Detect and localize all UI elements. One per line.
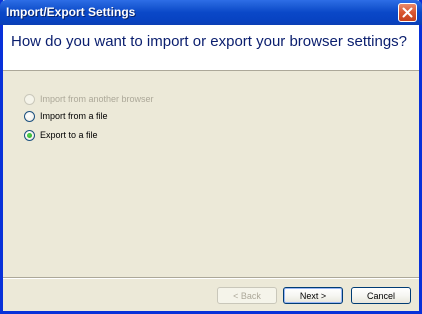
option-import-from-file[interactable]: Import from a file bbox=[24, 108, 108, 124]
wizard-header: How do you want to import or export your… bbox=[3, 25, 419, 71]
back-button: < Back bbox=[217, 287, 277, 304]
close-button[interactable] bbox=[398, 3, 417, 22]
import-export-dialog: Import/Export Settings How do you want t… bbox=[0, 0, 422, 314]
option-label: Import from a file bbox=[40, 111, 108, 121]
option-label: Export to a file bbox=[40, 130, 98, 140]
option-import-from-browser: Import from another browser bbox=[24, 91, 154, 107]
window-title: Import/Export Settings bbox=[6, 5, 136, 19]
cancel-button[interactable]: Cancel bbox=[351, 287, 411, 304]
radio-export-to-file[interactable] bbox=[24, 129, 35, 141]
page-title: How do you want to import or export your… bbox=[11, 33, 408, 50]
title-bar[interactable]: Import/Export Settings bbox=[0, 0, 422, 25]
footer-divider bbox=[3, 277, 419, 279]
option-export-to-file[interactable]: Export to a file bbox=[24, 127, 98, 143]
option-label: Import from another browser bbox=[40, 94, 154, 104]
radio-import-from-browser bbox=[24, 93, 35, 105]
next-button[interactable]: Next > bbox=[283, 287, 343, 304]
radio-import-from-file[interactable] bbox=[24, 110, 35, 122]
radio-selected-dot bbox=[27, 132, 32, 138]
close-icon bbox=[402, 7, 413, 18]
